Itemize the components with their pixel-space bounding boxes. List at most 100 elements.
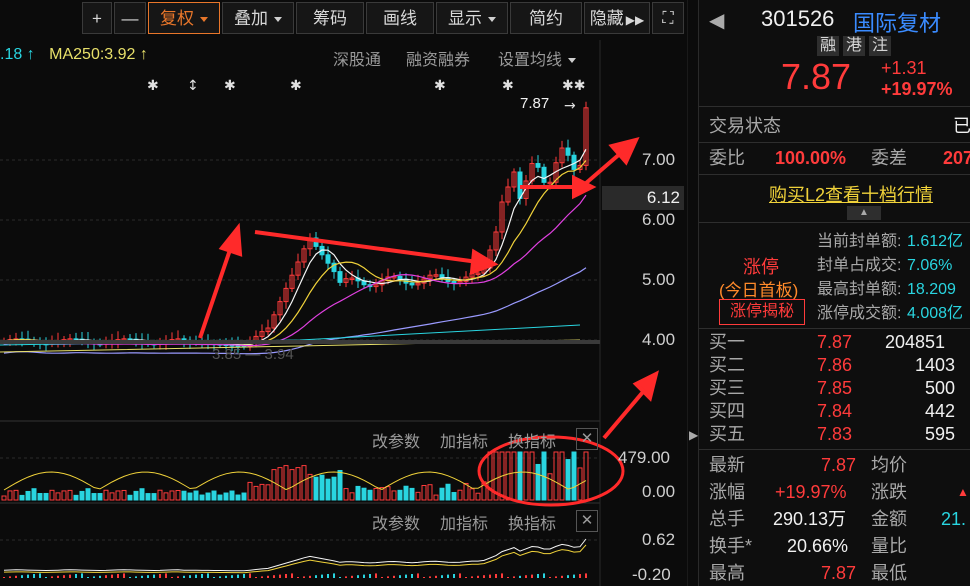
price-change: +1.31	[881, 58, 927, 78]
ind-close-icon[interactable]: ✕	[576, 510, 598, 532]
tag-zhu[interactable]: 注	[869, 36, 891, 56]
indicator-bar	[165, 573, 167, 578]
indicator-bar	[573, 574, 575, 578]
indicator-bar	[93, 576, 95, 578]
prev-stock-icon[interactable]: ◀	[709, 8, 724, 33]
chart-toolbar: + — 复权 叠加 筹码 画线 显示 简约 隐藏 ▶▶ ⛶	[0, 0, 688, 40]
kline-chart-canvas[interactable]: ✱ ↕ ✱ ✱ ✱ ✱ ✱✱ →	[0, 0, 688, 586]
indicator-bar	[33, 574, 35, 578]
draw-line-button[interactable]: 画线	[366, 2, 434, 34]
zoom-in-button[interactable]: +	[82, 2, 112, 34]
chevron-down-icon	[568, 58, 577, 64]
tag-rong[interactable]: 融	[817, 36, 839, 56]
event-marker-icon: ✱	[290, 78, 302, 94]
indicator-bar	[567, 575, 569, 578]
volume-bar	[319, 474, 325, 501]
indicator-bar	[375, 573, 377, 578]
indicator-bar	[279, 574, 281, 578]
volume-bar	[361, 487, 367, 501]
tag-gang[interactable]: 港	[843, 36, 865, 56]
indicator-bar	[27, 574, 29, 578]
weibi-value: 100.00%	[775, 148, 847, 168]
indicator-bar	[267, 575, 269, 578]
weibi-label: 委比	[709, 148, 745, 168]
vol-switch-indicator[interactable]: 换指标	[508, 428, 556, 452]
volume-bar	[331, 476, 337, 501]
volume-bar	[463, 482, 469, 501]
volume-bar	[265, 484, 271, 501]
volume-bar	[373, 487, 379, 501]
indicator-bar	[363, 574, 365, 578]
volume-bar	[109, 492, 115, 501]
volume-bar	[451, 492, 457, 501]
indicator-bar	[429, 576, 431, 578]
shengutong-link[interactable]: 深股通	[333, 46, 381, 70]
volume-ma-line	[3, 471, 587, 491]
volume-bar	[37, 493, 43, 501]
indicator-bar	[9, 576, 11, 578]
bid-row[interactable]: 买五 7.83 595	[699, 422, 970, 446]
collapse-up-icon[interactable]: ▲	[847, 206, 881, 220]
volume-bar	[289, 469, 295, 501]
volume-bar	[283, 465, 289, 501]
ind-add-indicator[interactable]: 加指标	[440, 510, 488, 534]
volume-bar	[229, 490, 235, 501]
indicator-bar	[543, 573, 545, 578]
event-markers[interactable]: ✱ ↕ ✱ ✱ ✱ ✱ ✱✱	[147, 78, 585, 94]
zoom-out-button[interactable]: —	[114, 2, 146, 34]
fullscreen-icon[interactable]: ⛶	[652, 2, 684, 34]
indicator-bar	[111, 574, 113, 578]
volume-bar	[343, 488, 349, 501]
indicator-bar	[585, 573, 587, 578]
vol-add-indicator[interactable]: 加指标	[440, 428, 488, 452]
hide-button[interactable]: 隐藏 ▶▶	[584, 2, 650, 34]
indicator-bar	[177, 576, 179, 578]
overlay-button[interactable]: 叠加	[222, 2, 294, 34]
volume-bar	[181, 490, 187, 501]
display-button[interactable]: 显示	[436, 2, 508, 34]
indicator-bar	[537, 574, 539, 578]
chip-button[interactable]: 筹码	[296, 2, 364, 34]
vol-close-icon[interactable]: ✕	[576, 428, 598, 450]
volume-bar	[565, 459, 571, 501]
buy-l2-link[interactable]: 购买L2查看十档行情	[769, 181, 933, 207]
bid-row[interactable]: 买三 7.85 500	[699, 376, 970, 400]
volume-bar	[271, 469, 277, 501]
ind-switch-indicator[interactable]: 换指标	[508, 510, 556, 534]
last-price: 7.87	[781, 56, 852, 97]
bid-row[interactable]: 买一 7.87 204851	[699, 330, 970, 354]
indicator-bar	[69, 574, 71, 578]
vol-change-params[interactable]: 改参数	[372, 428, 420, 452]
indicator-bar	[237, 574, 239, 578]
indicator-bar	[423, 577, 425, 578]
volume-bars	[1, 451, 589, 501]
set-ma-link[interactable]: 设置均线	[498, 46, 577, 70]
fuquan-button[interactable]: 复权	[148, 2, 220, 34]
volume-bar	[241, 492, 247, 501]
stock-name[interactable]: 国际复材	[853, 6, 941, 38]
indicator-bar	[207, 573, 209, 578]
indicator-bar	[129, 577, 131, 578]
indicator-bar	[357, 575, 359, 578]
kline-chart-area[interactable]: ✱ ↕ ✱ ✱ ✱ ✱ ✱✱ → .18 ↑ MA250:3.92 ↑ 深股通 …	[0, 0, 688, 586]
ind-change-params[interactable]: 改参数	[372, 510, 420, 534]
volume-bar	[421, 484, 427, 501]
bid-row[interactable]: 买二 7.86 1403	[699, 353, 970, 377]
chevron-down-icon	[200, 17, 208, 23]
zt-row-value: 4.008亿	[907, 305, 964, 322]
simple-mode-button[interactable]: 简约	[510, 2, 582, 34]
bid-row[interactable]: 买四 7.84 442	[699, 399, 970, 423]
volume-bar	[223, 492, 229, 501]
volume-bar	[247, 481, 253, 501]
collapse-handle-icon[interactable]: ▶	[689, 420, 698, 450]
rongzi-link[interactable]: 融资融券	[406, 46, 470, 70]
fast-forward-icon: ▶▶	[625, 13, 645, 27]
indicator-bar	[87, 577, 89, 578]
indicator-bar	[105, 575, 107, 578]
indicator-bar	[213, 577, 215, 578]
indicator-bar	[459, 573, 461, 578]
volume-bar	[427, 484, 433, 501]
indicator-bar	[153, 574, 155, 578]
indicator-bar	[339, 577, 341, 578]
candle-body	[325, 254, 331, 264]
